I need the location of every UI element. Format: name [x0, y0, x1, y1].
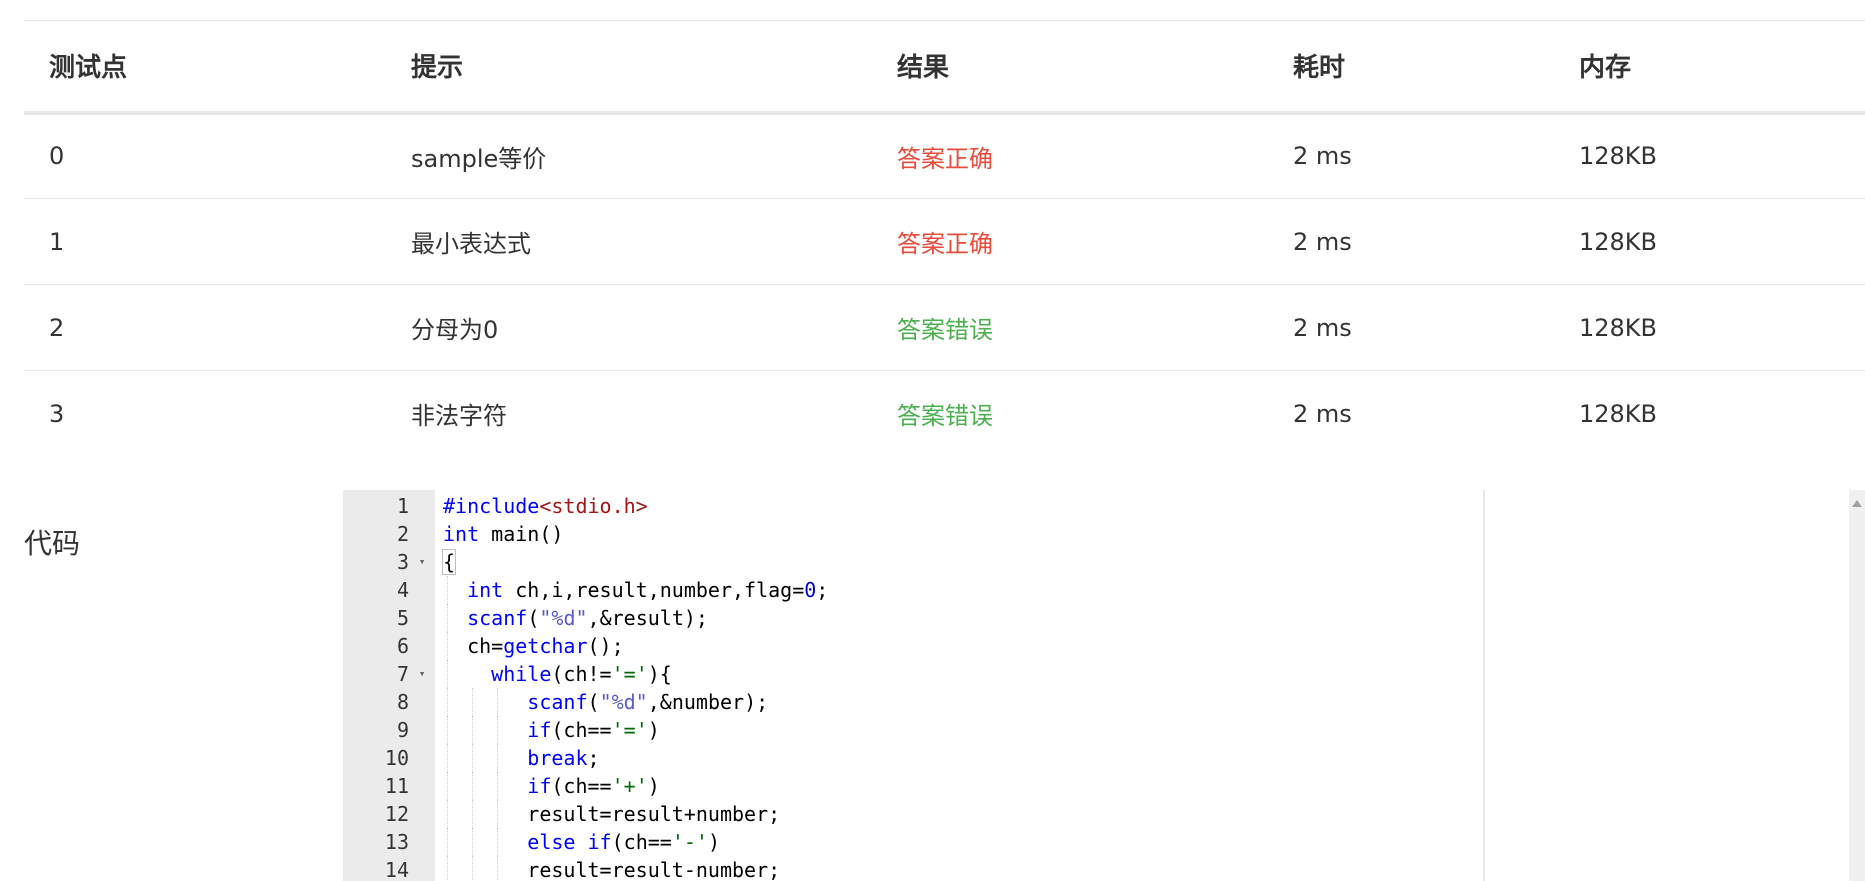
line-number: 4 [396, 578, 409, 602]
line-number: 9 [396, 718, 409, 742]
time-cell: 2 ms [1293, 142, 1352, 171]
column-header-time: 耗时 [1293, 53, 1346, 84]
code-text: scanf("%d",&result); [467, 606, 708, 630]
memory-cell: 128KB [1579, 227, 1658, 256]
code-text: if(ch=='+') [527, 774, 660, 798]
memory-cell: 128KB [1579, 313, 1658, 342]
code-line: 10 break; [343, 744, 1483, 772]
table-row: 1 最小表达式 答案正确 2 ms 128KB [24, 199, 1865, 285]
code-line: 8 scanf("%d",&number); [343, 688, 1483, 716]
column-header-memory: 内存 [1579, 53, 1632, 84]
hint-cell: 最小表达式 [411, 230, 531, 258]
code-line: 13 else if(ch=='-') [343, 828, 1483, 856]
code-text: { [441, 549, 457, 575]
code-line: 11 if(ch=='+') [343, 772, 1483, 800]
code-line: 14 result=result-number; [343, 856, 1483, 881]
line-number: 10 [384, 746, 409, 770]
test-results-table: 测试点 提示 结果 耗时 内存 0 sample等价 答案正确 2 ms 128KB 1 最… [24, 20, 1865, 457]
code-text: #include<stdio.h> [443, 494, 648, 518]
line-number: 7 [396, 662, 409, 686]
line-number: 5 [396, 606, 409, 630]
code-line: 9 if(ch=='=') [343, 716, 1483, 744]
code-text: else if(ch=='-') [527, 830, 720, 854]
code-line: 3 ▾ { [343, 548, 1483, 576]
line-number: 1 [396, 494, 409, 518]
code-text: scanf("%d",&number); [527, 690, 769, 714]
column-header-hint: 提示 [411, 53, 464, 84]
code-line: 7 ▾ while(ch!='='){ [343, 660, 1483, 688]
table-row: 2 分母为0 答案错误 2 ms 128KB [24, 285, 1865, 371]
line-number: 12 [384, 802, 409, 826]
line-number: 3 [396, 550, 409, 574]
result-cell: 答案正确 [897, 230, 993, 258]
line-number: 8 [396, 690, 409, 714]
table-row: 3 非法字符 答案错误 2 ms 128KB [24, 371, 1865, 457]
fold-arrow-icon[interactable]: ▾ [415, 660, 429, 688]
hint-cell: 分母为0 [411, 316, 499, 344]
code-section-label: 代码 [24, 527, 81, 560]
code-text: while(ch!='='){ [491, 662, 672, 686]
code-text: break; [527, 746, 600, 770]
time-cell: 2 ms [1293, 227, 1352, 256]
memory-cell: 128KB [1579, 142, 1658, 171]
code-text: int ch,i,result,number,flag=0; [467, 578, 829, 602]
line-number: 6 [396, 634, 409, 658]
time-cell: 2 ms [1293, 399, 1352, 428]
code-line: 6 ch=getchar(); [343, 632, 1483, 660]
code-lines: 1 #include<stdio.h> 2 int main() 3 ▾{4 int ch… [343, 490, 1483, 881]
test-point-cell: 0 [49, 142, 65, 171]
page-scrollbar[interactable] [1849, 490, 1865, 881]
line-number: 2 [396, 522, 409, 546]
code-line: 4 int ch,i,result,number,flag=0; [343, 576, 1483, 604]
test-point-cell: 2 [49, 313, 65, 342]
code-line: 1 #include<stdio.h> [343, 492, 1483, 520]
test-point-cell: 1 [49, 227, 65, 256]
result-cell: 答案错误 [897, 402, 993, 431]
fold-arrow-icon[interactable]: ▾ [415, 548, 429, 576]
code-line: 5 scanf("%d",&result); [343, 604, 1483, 632]
result-cell: 答案错误 [897, 316, 993, 344]
code-line: 2 int main() [343, 520, 1483, 548]
scroll-up-arrow-icon[interactable] [1852, 500, 1862, 507]
table-body: 0 sample等价 答案正确 2 ms 128KB 1 最小表达式 答案正确 2 ms 128K… [24, 113, 1865, 457]
memory-cell: 128KB [1579, 399, 1658, 428]
line-number: 14 [384, 858, 409, 881]
code-text: if(ch=='=') [527, 718, 660, 742]
line-number: 13 [384, 830, 409, 854]
code-line: 12 result=result+number; [343, 800, 1483, 828]
time-cell: 2 ms [1293, 313, 1352, 342]
hint-cell: 非法字符 [411, 402, 507, 431]
table-header-row: 测试点 提示 结果 耗时 内存 [24, 20, 1865, 113]
code-editor[interactable]: 1 #include<stdio.h> 2 int main() 3 ▾{4 int ch… [343, 490, 1485, 881]
code-text: int main() [443, 522, 564, 546]
hint-cell: sample等价 [411, 144, 547, 173]
table-row: 0 sample等价 答案正确 2 ms 128KB [24, 113, 1865, 199]
line-number: 11 [384, 774, 409, 798]
test-point-cell: 3 [49, 399, 65, 428]
column-header-test-point: 测试点 [49, 53, 128, 84]
result-cell: 答案正确 [897, 144, 993, 173]
code-text: result=result-number; [443, 858, 781, 881]
column-header-result: 结果 [897, 53, 950, 84]
code-text: ch=getchar(); [443, 634, 624, 658]
code-text: result=result+number; [443, 802, 781, 826]
